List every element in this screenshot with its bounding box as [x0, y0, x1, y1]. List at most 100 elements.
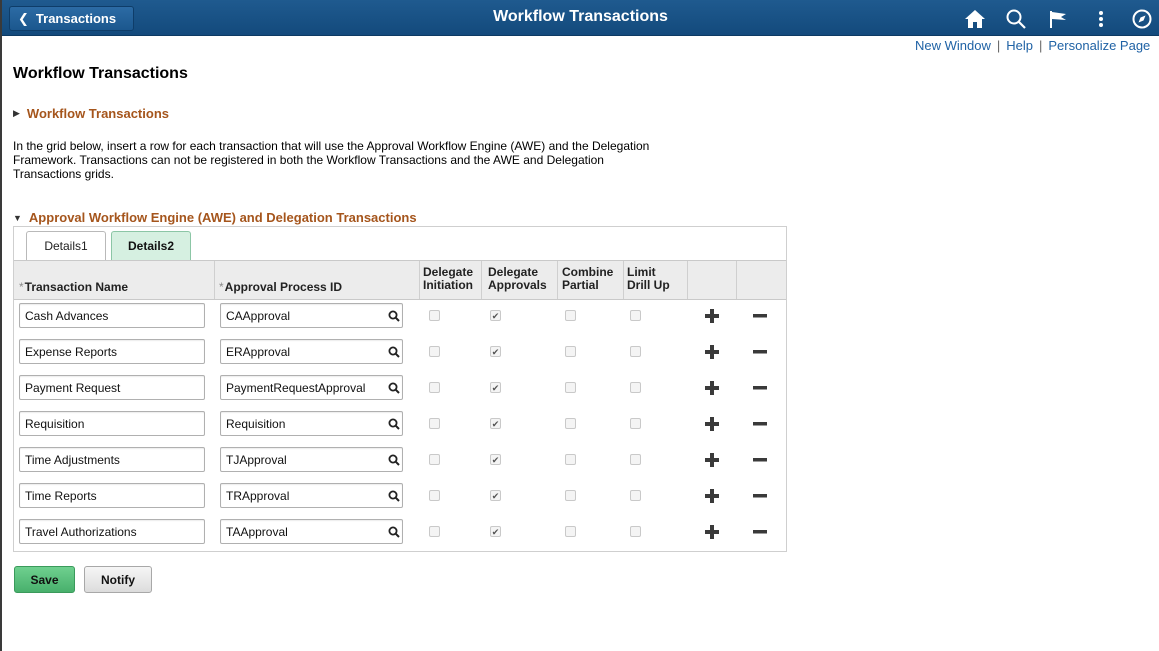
- delete-row-minus-icon[interactable]: [751, 523, 769, 541]
- add-row-plus-icon[interactable]: [703, 451, 721, 469]
- flag-icon[interactable]: [1045, 6, 1071, 31]
- delegate-approvals-checkbox[interactable]: ✔: [490, 490, 501, 501]
- delete-row-minus-icon[interactable]: [751, 451, 769, 469]
- delete-row-minus-icon[interactable]: [751, 307, 769, 325]
- transaction-name-input[interactable]: Expense Reports: [19, 339, 205, 364]
- limit-drill-up-checkbox[interactable]: [630, 454, 641, 465]
- combine-partial-checkbox[interactable]: [565, 490, 576, 501]
- column-header-approval-process-id[interactable]: * Approval Process ID: [219, 261, 419, 299]
- limit-drill-up-checkbox[interactable]: [630, 418, 641, 429]
- save-button[interactable]: Save: [14, 566, 75, 593]
- column-header-transaction-name[interactable]: * Transaction Name: [19, 261, 214, 299]
- approval-process-id-input[interactable]: TRApproval: [220, 483, 403, 508]
- chevron-left-icon: ❮: [18, 10, 29, 26]
- limit-drill-up-checkbox[interactable]: [630, 382, 641, 393]
- delegate-approvals-checkbox[interactable]: ✔: [490, 310, 501, 321]
- combine-partial-checkbox[interactable]: [565, 382, 576, 393]
- delegate-initiation-checkbox[interactable]: [429, 310, 440, 321]
- delegate-initiation-checkbox[interactable]: [429, 382, 440, 393]
- limit-drill-up-checkbox[interactable]: [630, 490, 641, 501]
- link-separator: |: [1039, 38, 1043, 53]
- column-label-line: Partial: [562, 278, 599, 292]
- required-marker: *: [19, 280, 24, 294]
- delegate-initiation-checkbox[interactable]: [429, 346, 440, 357]
- transaction-name-input[interactable]: Cash Advances: [19, 303, 205, 328]
- search-icon[interactable]: [1003, 6, 1029, 31]
- lookup-search-icon[interactable]: [385, 447, 403, 472]
- limit-drill-up-checkbox[interactable]: [630, 526, 641, 537]
- combine-partial-checkbox[interactable]: [565, 418, 576, 429]
- personalize-page-link[interactable]: Personalize Page: [1048, 38, 1150, 53]
- delete-row-minus-icon[interactable]: [751, 415, 769, 433]
- approval-process-id-input[interactable]: TJApproval: [220, 447, 403, 472]
- limit-drill-up-checkbox[interactable]: [630, 310, 641, 321]
- lookup-search-icon[interactable]: [385, 303, 403, 328]
- add-row-plus-icon[interactable]: [703, 343, 721, 361]
- left-border: [0, 0, 2, 651]
- table-row: Travel Authorizations TAApproval ✔: [14, 515, 786, 551]
- delegate-approvals-checkbox[interactable]: ✔: [490, 346, 501, 357]
- delegate-approvals-checkbox[interactable]: ✔: [490, 454, 501, 465]
- delete-row-minus-icon[interactable]: [751, 379, 769, 397]
- column-label: Transaction Name: [24, 280, 129, 294]
- transaction-name-input[interactable]: Requisition: [19, 411, 205, 436]
- delegate-initiation-checkbox[interactable]: [429, 418, 440, 429]
- limit-drill-up-checkbox[interactable]: [630, 346, 641, 357]
- delegate-approvals-checkbox[interactable]: ✔: [490, 418, 501, 429]
- back-button[interactable]: ❮ Transactions: [9, 6, 134, 31]
- grid-header-row: * Transaction Name * Approval Process ID D…: [14, 260, 786, 300]
- workflow-transactions-section-toggle[interactable]: ▶ Workflow Transactions: [13, 106, 169, 121]
- required-marker: *: [219, 280, 224, 294]
- column-divider: [481, 261, 482, 299]
- lookup-search-icon[interactable]: [385, 411, 403, 436]
- lookup-search-icon[interactable]: [385, 375, 403, 400]
- table-row: Cash Advances CAApproval ✔: [14, 299, 786, 335]
- add-row-plus-icon[interactable]: [703, 487, 721, 505]
- notify-button[interactable]: Notify: [84, 566, 152, 593]
- help-link[interactable]: Help: [1006, 38, 1033, 53]
- lookup-search-icon[interactable]: [385, 519, 403, 544]
- new-window-link[interactable]: New Window: [915, 38, 991, 53]
- column-divider: [557, 261, 558, 299]
- add-row-plus-icon[interactable]: [703, 307, 721, 325]
- column-divider: [736, 261, 737, 299]
- delegate-approvals-checkbox[interactable]: ✔: [490, 526, 501, 537]
- delegate-approvals-checkbox[interactable]: ✔: [490, 382, 501, 393]
- lookup-search-icon[interactable]: [385, 483, 403, 508]
- transaction-name-input[interactable]: Payment Request: [19, 375, 205, 400]
- page-links: New Window | Help | Personalize Page: [915, 38, 1150, 53]
- transaction-name-input[interactable]: Time Reports: [19, 483, 205, 508]
- transaction-name-input[interactable]: Time Adjustments: [19, 447, 205, 472]
- table-row: Requisition Requisition ✔: [14, 407, 786, 443]
- add-row-plus-icon[interactable]: [703, 379, 721, 397]
- combine-partial-checkbox[interactable]: [565, 310, 576, 321]
- lookup-search-icon[interactable]: [385, 339, 403, 364]
- delete-row-minus-icon[interactable]: [751, 343, 769, 361]
- column-header-combine-partial: Combine Partial: [562, 261, 622, 299]
- tab-details1[interactable]: Details1: [26, 231, 106, 260]
- approval-process-id-input[interactable]: ERApproval: [220, 339, 403, 364]
- approval-process-id-input[interactable]: PaymentRequestApproval: [220, 375, 403, 400]
- combine-partial-checkbox[interactable]: [565, 346, 576, 357]
- more-icon[interactable]: [1088, 6, 1114, 31]
- delegate-initiation-checkbox[interactable]: [429, 454, 440, 465]
- approval-process-id-input[interactable]: Requisition: [220, 411, 403, 436]
- delegate-initiation-checkbox[interactable]: [429, 526, 440, 537]
- add-row-plus-icon[interactable]: [703, 523, 721, 541]
- home-icon[interactable]: [962, 6, 988, 31]
- delete-row-minus-icon[interactable]: [751, 487, 769, 505]
- combine-partial-checkbox[interactable]: [565, 454, 576, 465]
- delegate-initiation-checkbox[interactable]: [429, 490, 440, 501]
- section-title: Approval Workflow Engine (AWE) and Deleg…: [28, 210, 417, 225]
- table-row: Time Adjustments TJApproval ✔: [14, 443, 786, 479]
- tab-details2[interactable]: Details2: [111, 231, 191, 260]
- add-row-plus-icon[interactable]: [703, 415, 721, 433]
- transaction-name-input[interactable]: Travel Authorizations: [19, 519, 205, 544]
- approval-process-id-input[interactable]: CAApproval: [220, 303, 403, 328]
- column-label-line: Approvals: [488, 278, 547, 292]
- approval-process-id-input[interactable]: TAApproval: [220, 519, 403, 544]
- collapsed-triangle-icon: ▶: [13, 108, 20, 118]
- combine-partial-checkbox[interactable]: [565, 526, 576, 537]
- awe-section-toggle[interactable]: ▼ Approval Workflow Engine (AWE) and Del…: [13, 210, 417, 225]
- navbar-compass-icon[interactable]: [1129, 6, 1155, 31]
